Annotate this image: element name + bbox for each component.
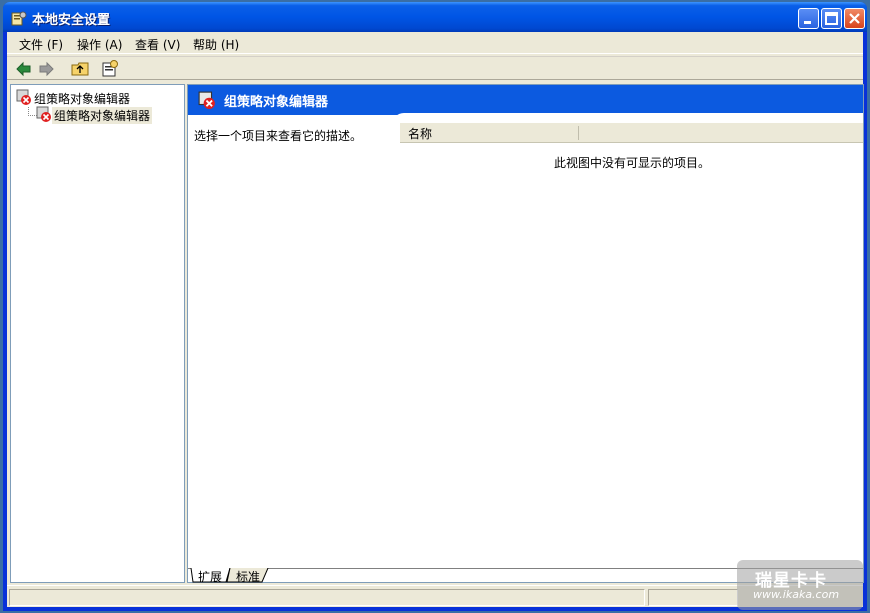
empty-list-message: 此视图中没有可显示的项目。: [554, 156, 711, 170]
list-column-header: 名称: [400, 123, 863, 143]
menu-action[interactable]: 操作 (A): [77, 36, 122, 53]
watermark-url: www.ikaka.com: [753, 588, 840, 601]
status-pane-main: [9, 589, 645, 606]
maximize-button[interactable]: [821, 8, 842, 29]
minimize-icon: [804, 21, 811, 24]
group-policy-icon: [198, 91, 215, 109]
column-separator[interactable]: [578, 126, 579, 140]
maximize-icon: [825, 12, 838, 25]
pane-banner: 组策略对象编辑器: [188, 85, 863, 115]
menu-view[interactable]: 查看 (V): [135, 36, 180, 53]
tab-extended[interactable]: 扩展: [198, 568, 222, 585]
group-policy-icon: [36, 106, 51, 122]
title-bar[interactable]: 本地安全设置: [3, 2, 867, 32]
toolbar: [7, 56, 863, 80]
banner-title: 组策略对象编辑器: [224, 95, 329, 110]
back-arrow-icon[interactable]: [15, 60, 33, 78]
up-folder-icon[interactable]: [71, 60, 89, 78]
window-title: 本地安全设置: [32, 13, 111, 28]
forward-arrow-icon[interactable]: [37, 60, 55, 78]
menu-file[interactable]: 文件 (F): [19, 36, 63, 53]
column-name[interactable]: 名称: [408, 125, 432, 142]
security-settings-icon: [11, 11, 27, 26]
description-text: 选择一个项目来查看它的描述。: [194, 129, 363, 143]
properties-icon[interactable]: [101, 60, 119, 78]
close-button[interactable]: [844, 8, 865, 29]
status-pane-secondary: [648, 589, 738, 606]
tree-pane: 组策略对象编辑器 组策略对象编辑器: [10, 84, 185, 583]
minimize-button[interactable]: [798, 8, 819, 29]
details-pane: 组策略对象编辑器 选择一个项目来查看它的描述。 名称 此视图中没有可显示的项目。…: [187, 84, 864, 585]
app-window: 本地安全设置 文件 (F) 操作 (A) 查看 (V) 帮助 (H) 组策略对象…: [3, 2, 867, 611]
status-bar: [7, 585, 863, 607]
menu-bar: 文件 (F) 操作 (A) 查看 (V) 帮助 (H): [7, 32, 863, 54]
group-policy-icon: [16, 89, 31, 105]
tree-child-label: 组策略对象编辑器: [52, 107, 153, 124]
tree-root-label: 组策略对象编辑器: [34, 92, 131, 106]
watermark-logo: 瑞星卡卡 www.ikaka.com: [737, 560, 863, 610]
tab-standard[interactable]: 标准: [236, 568, 260, 585]
window-frame: 文件 (F) 操作 (A) 查看 (V) 帮助 (H) 组策略对象编辑器 组策略…: [7, 32, 864, 607]
menu-help[interactable]: 帮助 (H): [193, 36, 239, 53]
close-icon: [849, 13, 860, 24]
